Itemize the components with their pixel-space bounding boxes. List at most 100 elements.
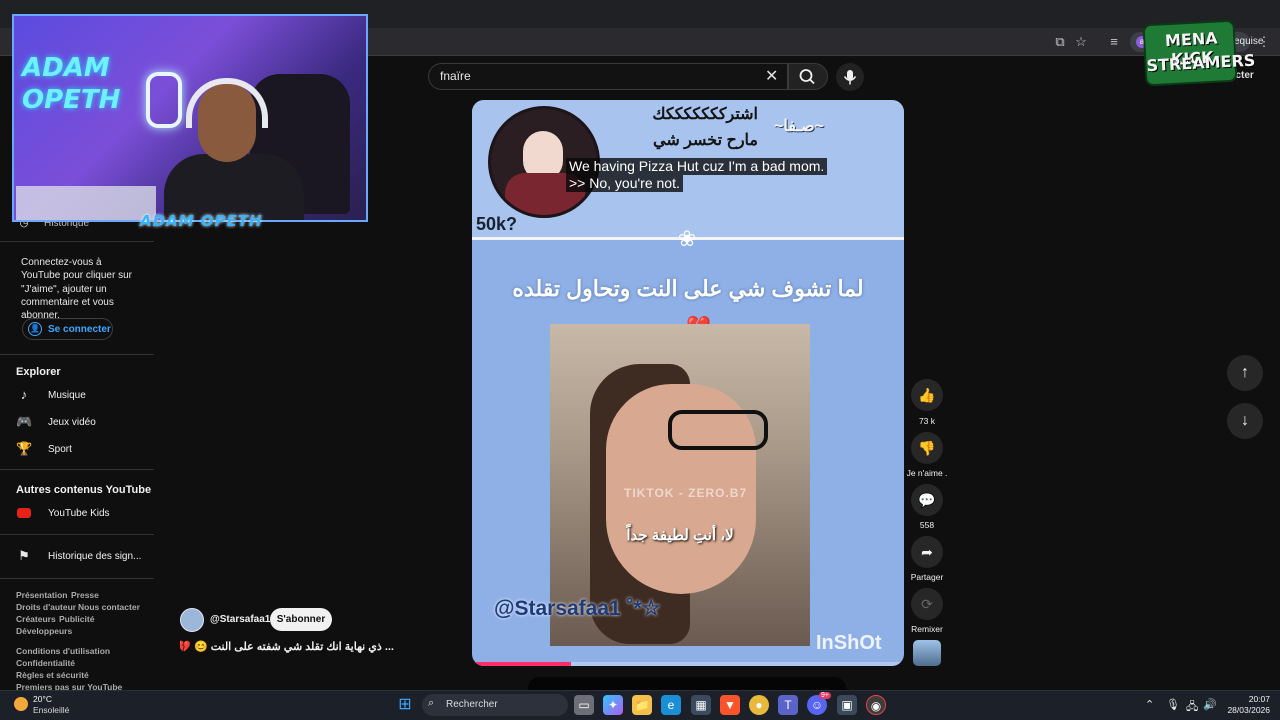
bookmark-star-icon[interactable]: ☆ [1071, 32, 1091, 52]
sidebar-item-report-history[interactable]: Historique des sign... [48, 551, 141, 562]
video-text-arabic-1: اشتركككككككك [652, 106, 758, 123]
voice-search-button[interactable] [836, 63, 864, 91]
weather-condition[interactable]: Ensoleillé [33, 705, 69, 715]
search-icon [799, 69, 815, 85]
sidebar-divider [0, 354, 154, 355]
flag-icon: ⚑ [18, 548, 30, 563]
video-counter-text: 50k? [476, 214, 518, 234]
footer-link[interactable]: Développeurs [16, 626, 72, 636]
remote-desktop-icon[interactable]: ▣ [837, 695, 857, 715]
weather-temperature[interactable]: 20°C [33, 694, 52, 704]
clip-glasses [668, 410, 768, 450]
chrome-icon[interactable]: ● [749, 695, 769, 715]
share-arrow-icon: ➦ [921, 544, 933, 560]
webcam-title: ADAM OPETH [22, 53, 121, 115]
sound-thumbnail[interactable] [913, 640, 941, 666]
sidebar-divider [0, 241, 154, 242]
sidebar-divider [0, 469, 154, 470]
video-caption: لما تشوف شي على النت وتحاول تقلده [512, 276, 864, 301]
search-button[interactable] [788, 63, 828, 90]
sidebar-divider [0, 578, 154, 579]
brave-icon[interactable]: ▼ [720, 695, 740, 715]
badge-line-2: STREAMERS [1146, 50, 1256, 76]
remix-icon: ⟳ [921, 596, 933, 612]
footer-link[interactable]: Présentation [16, 590, 68, 600]
short-video-player[interactable]: اشتركككككككك مارح تخسر شي ~صـفا~ 50k? ❀ … [472, 100, 904, 666]
show-hidden-icons-icon[interactable]: ⌃ [1145, 698, 1154, 711]
music-note-icon: ♪ [20, 387, 28, 402]
share-button[interactable]: ➦ [911, 536, 943, 568]
footer-link[interactable]: Nous contacter [78, 602, 140, 612]
comments-count: 558 [919, 520, 935, 530]
reading-list-icon[interactable]: ≡ [1104, 32, 1124, 52]
obs-icon[interactable]: ◉ [866, 695, 886, 715]
youtube-kids-icon [16, 506, 32, 522]
search-input[interactable] [428, 63, 788, 90]
closed-caption-line: >> No, you're not. [566, 175, 683, 192]
video-progress-fill [472, 662, 572, 666]
dislike-label: Je n'aime . [906, 468, 948, 478]
closed-caption-line: We having Pizza Hut cuz I'm a bad mom. [566, 158, 828, 175]
sidebar-divider [0, 534, 154, 535]
short-title: ... ذي نهاية انك تقلد شي شفته على النت 😊… [180, 641, 394, 653]
arrow-down-icon: ↓ [1241, 412, 1249, 429]
store-icon[interactable]: ▦ [691, 695, 711, 715]
microphone-icon[interactable]: 🎙 [1166, 698, 1180, 711]
neon-sign [146, 72, 182, 128]
clip-subtitle: لا، أنتِ لطيفة جداً [626, 527, 734, 544]
kebab-menu-icon[interactable]: ⋮ [1254, 32, 1274, 52]
previous-short-button[interactable]: ↑ [1227, 355, 1263, 391]
video-text-arabic-3: ~صـفا~ [774, 118, 824, 135]
channel-avatar[interactable] [180, 608, 204, 632]
footer-link[interactable]: Règles et sécurité [16, 670, 89, 680]
subscribe-button[interactable]: S'abonner [270, 608, 332, 631]
webcam-shelf [16, 186, 156, 220]
search-query: fnaïre [440, 69, 471, 83]
edge-icon[interactable]: e [661, 695, 681, 715]
comments-button[interactable]: 💬 [911, 484, 943, 516]
footer-link[interactable]: Confidentialité [16, 658, 75, 668]
install-app-icon[interactable]: ⧉ [1050, 32, 1070, 52]
footer-link[interactable]: Publicité [59, 614, 94, 624]
windows-start-icon[interactable]: ⊞ [395, 695, 415, 715]
footer-link[interactable]: Créateurs [16, 614, 56, 624]
sidebar-item-youtube-kids[interactable]: YouTube Kids [48, 508, 110, 519]
thumbs-up-icon: 👍 [918, 387, 936, 403]
teams-icon[interactable]: T [778, 695, 798, 715]
microphone-icon [843, 70, 857, 85]
copilot-icon[interactable]: ✦ [603, 695, 623, 715]
signin-button-label: Se connecter [48, 324, 111, 335]
comment-icon: 💬 [918, 492, 936, 508]
taskbar-search-placeholder: Rechercher [446, 699, 498, 710]
clock-time[interactable]: 20:07 [1236, 694, 1270, 704]
explore-heading: Explorer [16, 366, 61, 378]
account-circle-icon: 👤 [28, 322, 42, 336]
sun-icon[interactable] [14, 697, 28, 711]
clock-date[interactable]: 28/03/2026 [1222, 705, 1270, 715]
trophy-icon: 🏆 [16, 441, 33, 456]
mena-kick-badge: MENA KICK STREAMERS [1142, 19, 1256, 87]
sidebar-item-music[interactable]: Musique [48, 390, 86, 401]
sidebar-item-sport[interactable]: Sport [48, 444, 72, 455]
like-button[interactable]: 👍 [911, 379, 943, 411]
like-count: 73 k [918, 416, 936, 426]
sidebar-item-games[interactable]: Jeux vidéo [48, 417, 96, 428]
notification-badge: 9+ [819, 692, 831, 699]
gamepad-icon: 🎮 [16, 414, 33, 429]
search-icon: ⌕ [428, 697, 435, 709]
volume-icon[interactable]: 🔊 [1203, 698, 1217, 711]
share-label: Partager [910, 572, 944, 582]
next-short-button[interactable]: ↓ [1227, 403, 1263, 439]
more-youtube-heading: Autres contenus YouTube [16, 484, 152, 496]
footer-link[interactable]: Droits d'auteur [16, 602, 76, 612]
clear-search-icon[interactable]: ✕ [765, 66, 778, 86]
file-explorer-icon[interactable]: 📁 [632, 695, 652, 715]
dislike-button[interactable]: 👎 [911, 432, 943, 464]
network-icon[interactable]: 🖧 [1186, 698, 1198, 717]
footer-link[interactable]: Conditions d'utilisation [16, 646, 110, 656]
footer-link[interactable]: Presse [71, 590, 99, 600]
next-video-preview [528, 677, 846, 690]
task-view-icon[interactable]: ▭ [574, 695, 594, 715]
remix-button[interactable]: ⟳ [911, 588, 943, 620]
channel-name[interactable]: @Starsafaa1 [210, 614, 270, 625]
